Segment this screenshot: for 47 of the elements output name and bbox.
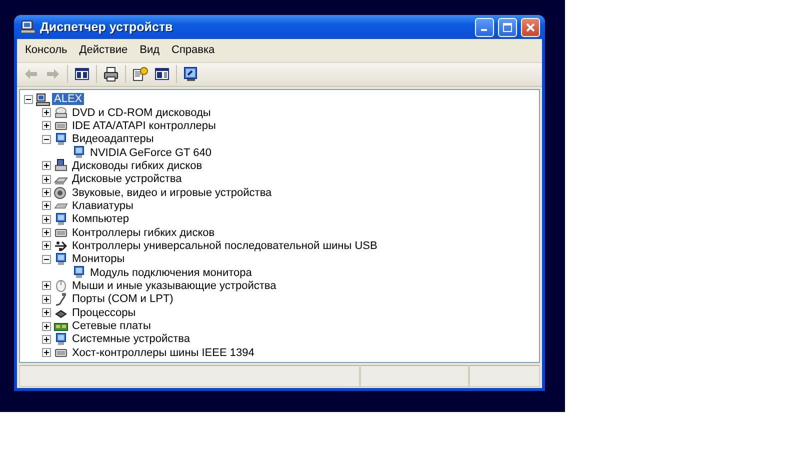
tree-item[interactable]: NVIDIA GeForce GT 640 [88, 146, 214, 159]
monitor-icon [54, 212, 68, 226]
drive-icon [54, 119, 68, 132]
minimize-button[interactable] [475, 18, 494, 36]
drive-icon [54, 226, 68, 240]
window-title: Диспетчер устройств [40, 18, 174, 36]
tree-item[interactable]: Звуковые, видео и игровые устройства [70, 186, 274, 199]
computer-icon [20, 19, 36, 35]
tree-item[interactable]: Дисковые устройства [70, 173, 184, 186]
tree-item[interactable]: Дисководы гибких дисков [70, 160, 204, 172]
monitor-icon [54, 132, 68, 146]
tree-item[interactable]: Модуль подключения монитора [88, 266, 254, 279]
tree-item[interactable]: IDE ATA/ATAPI контроллеры [70, 120, 218, 132]
menu-item[interactable]: Вид [134, 41, 166, 60]
tree-item[interactable]: Системные устройства [70, 333, 192, 346]
tree-item[interactable]: Компьютер [70, 213, 131, 226]
tree-item[interactable]: Сетевые платы [70, 320, 153, 332]
tree-item[interactable]: Мыши и иные указывающие устройства [70, 280, 278, 292]
tree-item[interactable]: Клавиатуры [70, 200, 136, 212]
tree-item[interactable]: Видеоадаптеры [70, 133, 156, 146]
floppy-drive-icon [54, 159, 68, 172]
computer-icon [36, 92, 50, 106]
tree-item[interactable]: Порты (COM и LPT) [70, 293, 176, 306]
mouse-icon [54, 279, 68, 292]
monitor-icon [54, 332, 68, 346]
tree-item[interactable]: Контроллеры гибких дисков [70, 226, 217, 239]
menu-item[interactable]: Справка [166, 41, 221, 60]
speaker-icon [54, 186, 68, 200]
maximize-button[interactable] [498, 18, 517, 36]
monitor-icon [72, 266, 86, 280]
tree-item[interactable]: Контроллеры универсальной последовательной шины USB [70, 240, 380, 252]
menu-item[interactable]: Действие [73, 41, 134, 60]
drive-icon [54, 346, 68, 360]
close-button[interactable] [521, 18, 540, 36]
maximize-icon[interactable] [503, 22, 512, 32]
tree-item[interactable]: ALEX [52, 93, 84, 106]
tree-item[interactable]: Процессоры [70, 306, 138, 319]
disc-drive-icon [54, 106, 68, 120]
tree-item[interactable]: Хост-контроллеры шины IEEE 1394 [70, 346, 256, 359]
cable-icon [54, 292, 68, 306]
monitor-icon [72, 146, 86, 160]
menu-item[interactable]: Консоль [19, 41, 74, 60]
tree-item[interactable]: DVD и CD-ROM дисководы [70, 106, 213, 119]
monitor-icon [54, 252, 68, 266]
usb-icon [54, 239, 68, 252]
close-icon[interactable] [526, 22, 535, 32]
tree-item[interactable]: Мониторы [70, 253, 127, 266]
